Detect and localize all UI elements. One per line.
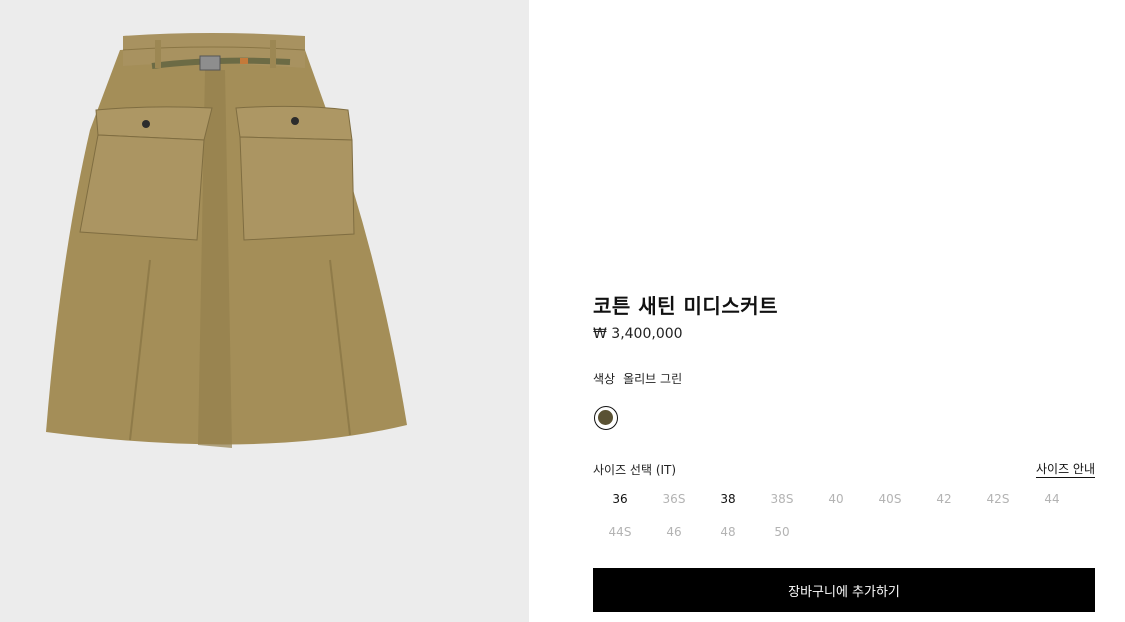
size-option-40S[interactable]: 40S: [863, 488, 917, 510]
product-image-panel: [0, 0, 529, 622]
color-swatch-olive-green[interactable]: [594, 406, 618, 430]
add-to-cart-button[interactable]: 장바구니에 추가하기: [593, 568, 1095, 612]
size-option-42S[interactable]: 42S: [971, 488, 1025, 510]
size-option-36[interactable]: 36: [593, 488, 647, 510]
size-option-42[interactable]: 42: [917, 488, 971, 510]
product-info-panel: 코튼 새틴 미디스커트 ₩ 3,400,000 색상 올리브 그린 사이즈 선택 …: [593, 0, 1095, 622]
size-option-44[interactable]: 44: [1025, 488, 1079, 510]
size-guide-link[interactable]: 사이즈 안내: [1036, 460, 1095, 477]
color-row: 색상 올리브 그린: [593, 370, 682, 387]
product-price: ₩ 3,400,000: [593, 326, 683, 342]
color-label: 색상: [593, 372, 616, 386]
product-title: 코튼 새틴 미디스커트: [593, 294, 779, 318]
skirt-product-image: [46, 33, 407, 448]
size-option-44S[interactable]: 44S: [593, 521, 647, 543]
size-option-40[interactable]: 40: [809, 488, 863, 510]
color-value: 올리브 그린: [623, 372, 683, 386]
size-option-48[interactable]: 48: [701, 521, 755, 543]
size-header: 사이즈 선택 (IT) 사이즈 안내: [593, 460, 1095, 480]
size-options-grid: 36 36S 38 38S 40 40S 42 42S 44 44S 46 48 50: [593, 488, 1073, 554]
size-select-label: 사이즈 선택 (IT): [593, 463, 677, 477]
size-option-36S[interactable]: 36S: [647, 488, 701, 510]
size-option-38S[interactable]: 38S: [755, 488, 809, 510]
size-option-50[interactable]: 50: [755, 521, 809, 543]
color-swatch-dot: [598, 410, 613, 425]
size-option-46[interactable]: 46: [647, 521, 701, 543]
size-option-38[interactable]: 38: [701, 488, 755, 510]
